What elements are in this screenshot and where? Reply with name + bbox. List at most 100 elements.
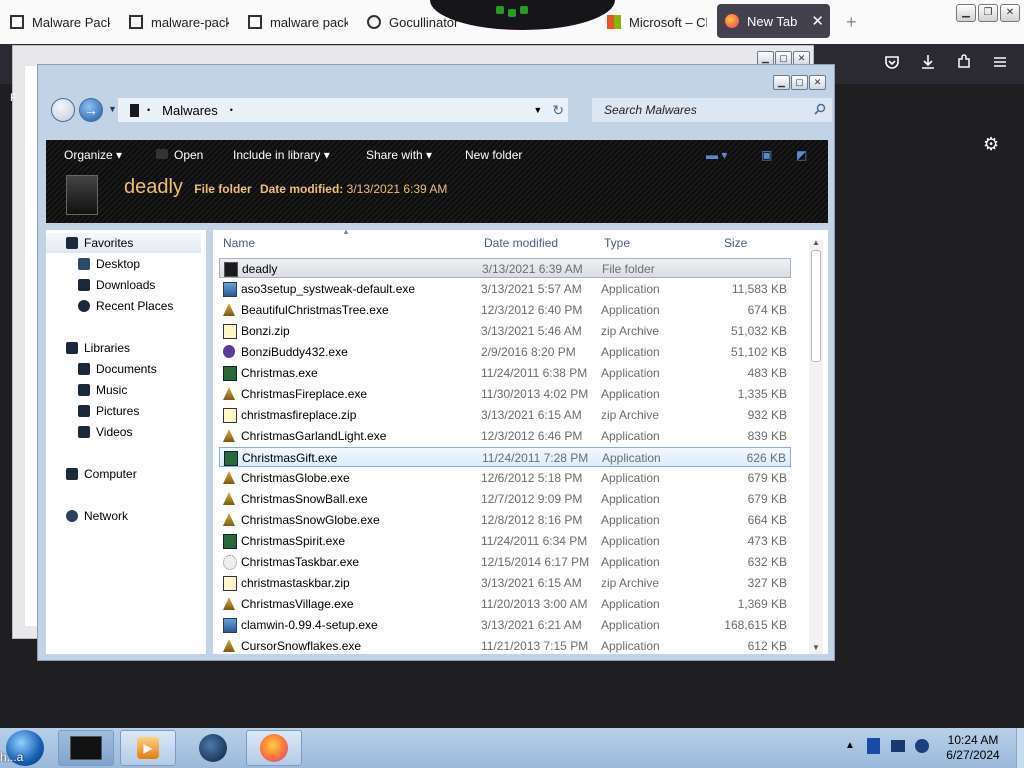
search-placeholder: Search Malwares	[604, 103, 697, 117]
scroll-thumb[interactable]	[811, 250, 821, 362]
column-header-type[interactable]: Type	[604, 236, 630, 250]
new-tab-button[interactable]: +	[846, 12, 857, 33]
share-with-button[interactable]: Share with ▾	[366, 148, 432, 162]
forward-button[interactable]: →	[79, 98, 103, 122]
file-row[interactable]: ChristmasGift.exe 11/24/2011 7:28 PM Appli…	[219, 447, 791, 467]
nav-network[interactable]: Network	[66, 506, 128, 526]
nav-desktop[interactable]: Desktop	[78, 254, 140, 274]
nav-computer[interactable]: Computer	[66, 464, 137, 484]
file-row[interactable]: christmastaskbar.zip 3/13/2021 6:15 AM zip…	[219, 573, 791, 593]
file-row[interactable]: ChristmasSnowBall.exe 12/7/2012 9:09 PM Ap…	[219, 489, 791, 509]
taskbar-media-player[interactable]: ▶	[120, 730, 176, 766]
file-row[interactable]: ChristmasSnowGlobe.exe 12/8/2012 8:16 PM A…	[219, 510, 791, 530]
file-row[interactable]: clamwin-0.99.4-setup.exe 3/13/2021 6:21 A…	[219, 615, 791, 635]
file-row[interactable]: ChristmasFireplace.exe 11/30/2013 4:02 PM…	[219, 384, 791, 404]
file-row[interactable]: deadly 3/13/2021 6:39 AM File folder	[219, 258, 791, 278]
taskbar-explorer[interactable]	[58, 730, 114, 766]
new-folder-button[interactable]: New folder	[465, 148, 522, 162]
close-window-button[interactable]: ✕	[1000, 4, 1020, 22]
christmas-icon	[224, 451, 238, 466]
minimize-button[interactable]: ▁	[956, 4, 976, 22]
close-tab-icon[interactable]: ✕	[811, 12, 824, 30]
file-row[interactable]: CursorSnowflakes.exe 11/21/2013 7:15 PM Ap…	[219, 636, 791, 654]
close-button[interactable]: ✕	[809, 75, 826, 90]
clock[interactable]: 10:24 AM 6/27/2024	[932, 733, 1014, 763]
search-icon[interactable]	[814, 103, 826, 118]
file-row[interactable]: ChristmasGlobe.exe 12/6/2012 5:18 PM Appli…	[219, 468, 791, 488]
address-dropdown-icon[interactable]: ▼	[533, 105, 542, 115]
file-date: 3/13/2021 5:57 AM	[481, 282, 582, 296]
organize-button[interactable]: Organize ▾	[64, 148, 122, 162]
tray-network-icon[interactable]	[915, 739, 929, 753]
search-input[interactable]: Search Malwares	[592, 98, 832, 122]
scroll-up-icon[interactable]: ▲	[812, 238, 820, 247]
file-row[interactable]: ChristmasGarlandLight.exe 12/3/2012 6:46 …	[219, 426, 791, 446]
tab-malware-pack-3[interactable]: malware pack	[248, 6, 348, 38]
tab-malware-pack-1[interactable]: Malware Pack	[10, 6, 110, 38]
column-header-date[interactable]: Date modified	[484, 236, 558, 250]
nav-music[interactable]: Music	[78, 380, 127, 400]
file-row[interactable]: Bonzi.zip 3/13/2021 5:46 AM zip Archive 51,…	[219, 321, 791, 341]
file-row[interactable]: ChristmasTaskbar.exe 12/15/2014 6:17 PM Ap…	[219, 552, 791, 572]
file-row[interactable]: christmasfireplace.zip 3/13/2021 6:15 AM z…	[219, 405, 791, 425]
file-type: Application	[601, 471, 660, 485]
file-row[interactable]: ChristmasSpirit.exe 11/24/2011 6:34 PM App…	[219, 531, 791, 551]
tree-icon	[223, 639, 235, 652]
restore-button[interactable]: ❐	[978, 4, 998, 22]
minimize-button[interactable]: ▁	[773, 75, 790, 90]
help-icon[interactable]: ◩	[796, 148, 807, 162]
tab-label: malware-pack	[151, 14, 229, 30]
include-in-library-button[interactable]: Include in library ▾	[233, 148, 330, 162]
tray-action-center-icon[interactable]	[891, 740, 905, 752]
background-window-text: F	[10, 92, 17, 104]
pocket-icon[interactable]	[884, 54, 900, 75]
nav-label: Pictures	[96, 404, 140, 418]
file-row[interactable]: BeautifulChristmasTree.exe 12/3/2012 6:40…	[219, 300, 791, 320]
address-bar[interactable]: • Malwares • ▼ ↻	[118, 98, 568, 122]
breadcrumb-separator-icon[interactable]: •	[230, 105, 233, 115]
refresh-icon[interactable]: ↻	[552, 102, 564, 119]
tab-microsoft[interactable]: Microsoft – Cl	[607, 6, 707, 38]
show-desktop-button[interactable]	[1016, 728, 1024, 768]
file-row[interactable]: Christmas.exe 11/24/2011 6:38 PM Applicati…	[219, 363, 791, 383]
nav-libraries[interactable]: Libraries	[66, 338, 130, 358]
window-controls: ▁ ▢ ✕	[772, 74, 826, 90]
extensions-icon[interactable]	[956, 54, 972, 75]
vertical-scrollbar[interactable]: ▲ ▼	[809, 238, 823, 654]
tree-icon	[223, 303, 235, 316]
gear-icon[interactable]: ⚙	[983, 134, 999, 155]
maximize-button[interactable]: ▢	[791, 75, 808, 90]
tab-malware-pack-2[interactable]: malware-pack	[129, 6, 229, 38]
zip-icon	[223, 408, 237, 423]
nav-recent-places[interactable]: Recent Places	[78, 296, 173, 316]
back-button[interactable]	[51, 98, 75, 122]
file-name: Bonzi.zip	[241, 324, 290, 338]
downloads-icon	[78, 279, 90, 291]
show-hidden-icons-icon[interactable]: ▲	[845, 740, 855, 751]
breadcrumb-malwares[interactable]: Malwares	[162, 103, 218, 118]
file-row[interactable]: BonziBuddy432.exe 2/9/2016 8:20 PM Applica…	[219, 342, 791, 362]
scroll-down-icon[interactable]: ▼	[812, 643, 820, 652]
nav-videos[interactable]: Videos	[78, 422, 132, 442]
taskbar-globe[interactable]	[185, 730, 241, 766]
nav-pictures[interactable]: Pictures	[78, 401, 139, 421]
download-icon[interactable]	[920, 54, 936, 75]
zip-icon	[223, 324, 237, 339]
column-header-name[interactable]: Name	[223, 236, 255, 250]
organize-label: Organize	[64, 148, 113, 162]
nav-documents[interactable]: Documents	[78, 359, 157, 379]
recent-pages-dropdown-icon[interactable]: ▼	[108, 104, 117, 114]
nav-downloads[interactable]: Downloads	[78, 275, 155, 295]
tray-app-icon[interactable]	[867, 738, 880, 754]
tab-new-tab[interactable]: New Tab ✕	[717, 4, 830, 38]
breadcrumb-separator-icon[interactable]: •	[147, 105, 150, 115]
open-button[interactable]: Open	[156, 148, 203, 162]
nav-favorites[interactable]: Favorites	[46, 233, 201, 253]
file-row[interactable]: ChristmasVillage.exe 11/20/2013 3:00 AM Ap…	[219, 594, 791, 614]
column-header-size[interactable]: Size	[724, 236, 747, 250]
file-row[interactable]: aso3setup_systweak-default.exe 3/13/2021 …	[219, 279, 791, 299]
change-view-icon[interactable]: ▬ ▾	[706, 148, 727, 162]
preview-pane-icon[interactable]: ▣	[761, 148, 772, 162]
taskbar-firefox[interactable]	[246, 730, 302, 766]
menu-icon[interactable]	[992, 54, 1008, 75]
